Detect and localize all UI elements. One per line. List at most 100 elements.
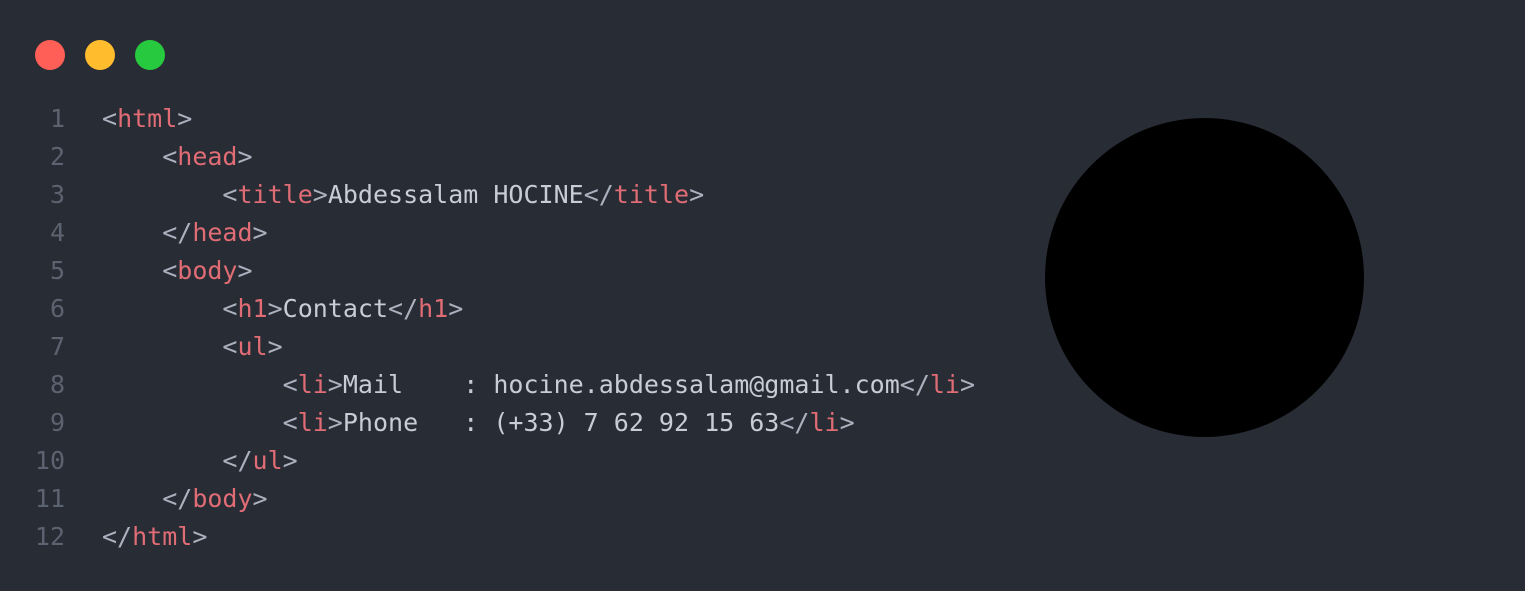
code-line: 7 <ul> [0,328,975,366]
line-number: 8 [49,370,65,399]
tag-name: head [177,142,238,171]
tag-bracket: > [312,180,328,209]
tag-name: title [613,180,690,209]
line-number: 3 [49,180,65,209]
text-content: Contact [282,294,389,323]
tag-bracket: > [267,294,283,323]
tag-bracket: </ [779,408,810,437]
code-block: 1 <html> 2 <head> 3 <title>Abdessalam HOCIN… [0,100,975,556]
line-number: 4 [49,218,65,247]
tag-name: title [237,180,313,209]
tag-bracket: < [162,142,178,171]
tag-bracket: </ [583,180,614,209]
tag-bracket: </ [162,484,193,513]
tag-bracket: < [222,180,238,209]
avatar [1045,118,1364,437]
tag-name: ul [252,446,283,475]
code-text: </head> [102,214,268,252]
tag-bracket: > [689,180,705,209]
code-text: </ul> [102,442,298,480]
tag-bracket: > [177,104,193,133]
code-line: 6 <h1>Contact</h1> [0,290,975,328]
code-line: 12 </html> [0,518,975,556]
line-number: 11 [34,484,65,513]
line-number: 10 [34,446,65,475]
tag-name: body [192,484,253,513]
minimize-button[interactable] [85,40,115,70]
line-number: 12 [34,522,65,551]
tag-bracket: > [237,142,253,171]
tag-name: li [297,370,328,399]
code-text: <head> [102,138,253,176]
tag-name: html [117,104,178,133]
tag-bracket: < [102,104,118,133]
tag-name: li [297,408,328,437]
tag-name: body [177,256,238,285]
code-window: 1 <html> 2 <head> 3 <title>Abdessalam HOCIN… [0,0,1525,591]
code-line: 11 </body> [0,480,975,518]
tag-bracket: > [252,218,268,247]
tag-name: h1 [237,294,268,323]
tag-bracket: </ [102,522,133,551]
tag-bracket: > [252,484,268,513]
code-text: <html> [102,100,192,138]
text-content: Mail : hocine.abdessalam@gmail.com [342,370,900,399]
tag-bracket: > [839,408,855,437]
tag-bracket: < [222,332,238,361]
tag-bracket: </ [899,370,930,399]
code-line: 8 <li>Mail : hocine.abdessalam@gmail.com… [0,366,975,404]
line-number: 2 [49,142,65,171]
code-text: <li>Mail : hocine.abdessalam@gmail.com</… [102,366,975,404]
line-number: 1 [49,104,65,133]
tag-name: ul [237,332,268,361]
text-content: Abdessalam HOCINE [327,180,584,209]
tag-name: li [809,408,840,437]
tag-bracket: > [237,256,253,285]
tag-bracket: </ [222,446,253,475]
tag-name: li [929,370,960,399]
code-line: 10 </ul> [0,442,975,480]
maximize-button[interactable] [135,40,165,70]
code-line: 5 <body> [0,252,975,290]
code-line: 9 <li>Phone : (+33) 7 62 92 15 63</li> [0,404,975,442]
tag-bracket: > [959,370,976,399]
line-number: 5 [49,256,65,285]
tag-bracket: < [222,294,238,323]
tag-bracket: > [267,332,283,361]
code-text: <body> [102,252,253,290]
code-text: <ul> [102,328,283,366]
code-text: <h1>Contact</h1> [102,290,463,328]
window-controls [35,40,165,70]
code-line: 1 <html> [0,100,975,138]
close-button[interactable] [35,40,65,70]
tag-name: h1 [418,294,449,323]
tag-bracket: > [327,370,343,399]
tag-bracket: </ [388,294,419,323]
line-number: 6 [49,294,65,323]
tag-name: head [192,218,253,247]
line-number: 7 [49,332,65,361]
tag-bracket: < [282,408,298,437]
tag-bracket: > [192,522,208,551]
tag-bracket: > [448,294,464,323]
tag-bracket: > [282,446,298,475]
code-line: 2 <head> [0,138,975,176]
tag-bracket: </ [162,218,193,247]
code-line: 4 </head> [0,214,975,252]
line-number: 9 [49,408,65,437]
code-text: <title>Abdessalam HOCINE</title> [102,176,704,214]
code-text: </body> [102,480,268,518]
text-content: Phone : (+33) 7 62 92 15 63 [342,408,780,437]
code-text: <li>Phone : (+33) 7 62 92 15 63</li> [102,404,855,442]
tag-name: html [132,522,193,551]
code-line: 3 <title>Abdessalam HOCINE</title> [0,176,975,214]
